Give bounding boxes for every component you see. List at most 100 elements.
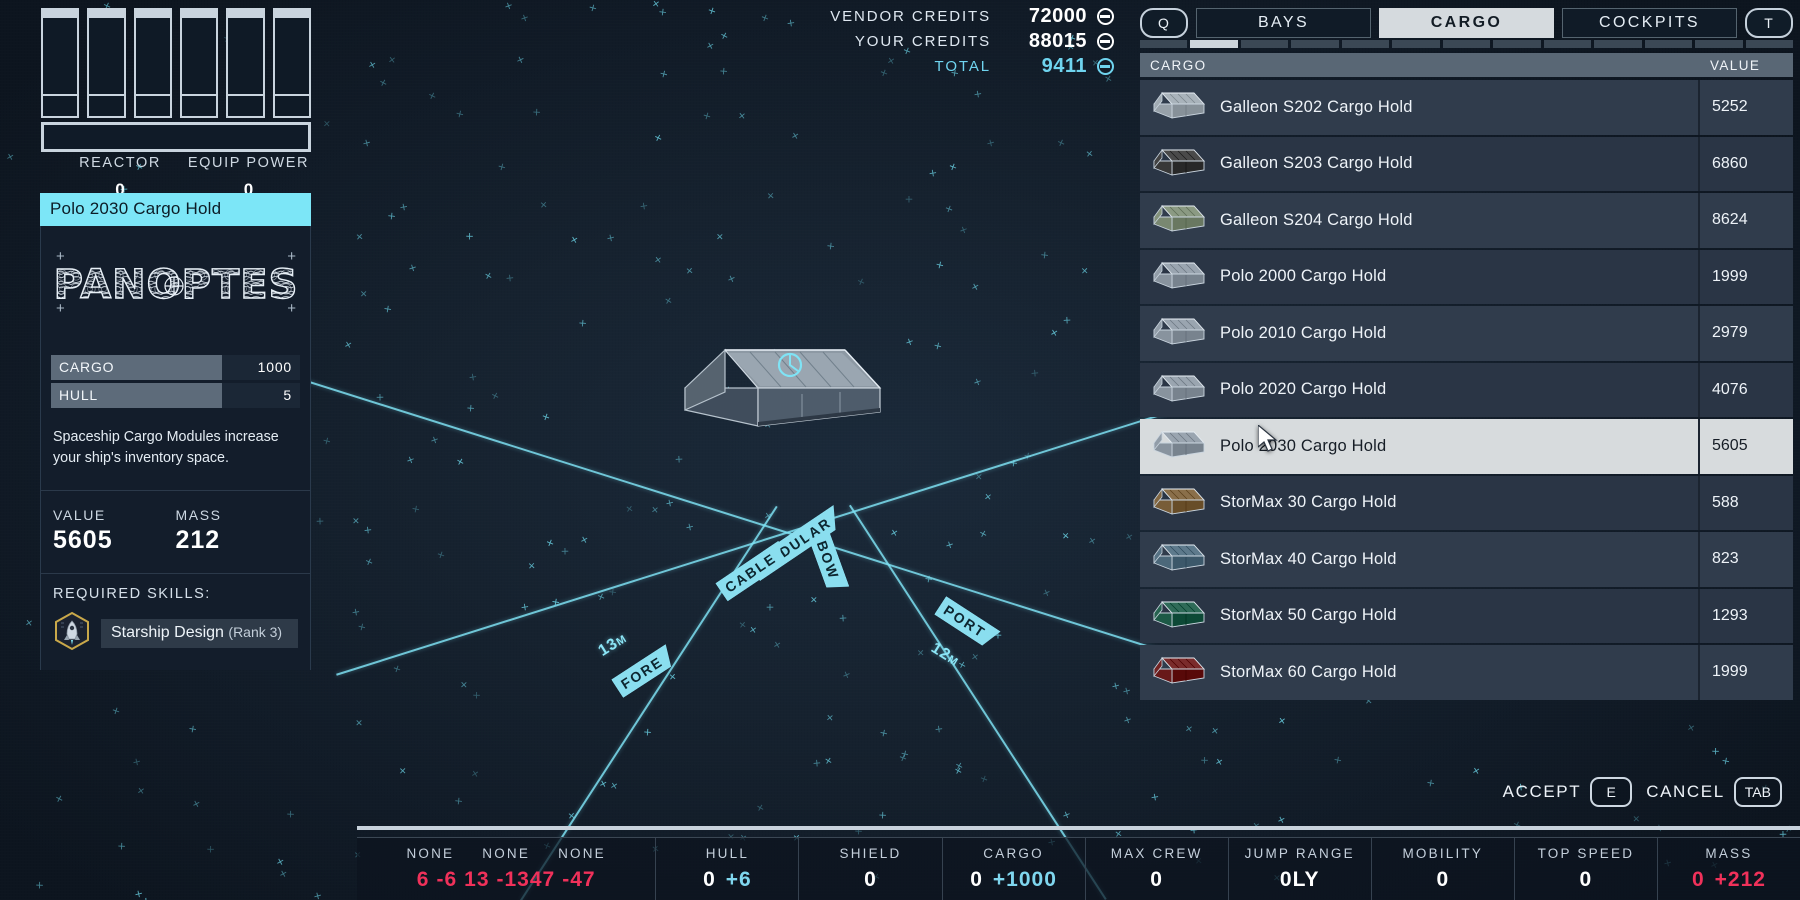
star-marker-icon: ✕	[705, 42, 715, 53]
parts-browser-panel[interactable]: Q BAYS CARGO COCKPITS T CARGO VALUE Gall…	[1133, 0, 1800, 900]
brand-logo-area: + + + + PANOPTES PANOPTES	[41, 226, 310, 341]
stat-delta-value: +1000	[993, 868, 1057, 892]
table-row[interactable]: Galleon S203 Cargo Hold6860	[1140, 137, 1793, 192]
table-row[interactable]: Polo 2030 Cargo Hold5605	[1140, 419, 1793, 474]
star-marker-icon: ✕	[484, 273, 494, 284]
stat-cell: JUMP RANGE0LY	[1229, 838, 1372, 900]
star-marker-icon: ✕	[360, 291, 368, 300]
module-thumbnail-icon	[1148, 652, 1210, 692]
star-marker-icon: ✕	[933, 341, 944, 353]
star-marker-icon: ✕	[926, 169, 937, 181]
table-row[interactable]: StorMax 40 Cargo Hold823	[1140, 532, 1793, 587]
reactor-power-bar[interactable]	[41, 8, 79, 118]
module-thumbnail-icon	[1148, 483, 1210, 523]
credit-line-vendor: VENDOR CREDITS 72000	[814, 4, 1114, 29]
star-marker-icon: ✕	[24, 620, 33, 630]
row-name-cell: Galleon S203 Cargo Hold	[1140, 137, 1698, 192]
value-block: VALUE 5605	[53, 507, 176, 555]
star-marker-icon: ✕	[878, 811, 890, 823]
star-marker-icon: ✕	[826, 715, 834, 725]
star-marker-icon: ✕	[541, 413, 552, 424]
row-name-cell: Polo 2020 Cargo Hold	[1140, 363, 1698, 418]
star-marker-icon: ✕	[974, 473, 982, 482]
table-rows[interactable]: Galleon S202 Cargo Hold5252Galleon S203 …	[1140, 80, 1793, 700]
tab-cargo[interactable]: CARGO	[1379, 8, 1554, 38]
table-row[interactable]: Polo 2020 Cargo Hold4076	[1140, 363, 1793, 418]
reactor-power-bar[interactable]	[273, 8, 311, 118]
power-bar-fill	[275, 18, 309, 94]
star-marker-icon: ✕	[1121, 686, 1132, 698]
table-row[interactable]: StorMax 50 Cargo Hold1293	[1140, 589, 1793, 644]
table-row[interactable]: StorMax 30 Cargo Hold588	[1140, 476, 1793, 531]
tab-cockpits[interactable]: COCKPITS	[1562, 8, 1737, 38]
weapon-stat-value: -1347	[497, 868, 556, 892]
tab-page-segment	[1544, 40, 1591, 48]
equip-power-bar[interactable]	[41, 122, 311, 152]
stat-cell-value: 0	[1580, 868, 1593, 892]
star-marker-icon: ✕	[286, 809, 298, 821]
star-marker-icon: ✕	[465, 232, 477, 244]
table-row[interactable]: StorMax 60 Cargo Hold1999	[1140, 645, 1793, 700]
row-module-name: Polo 2010 Cargo Hold	[1220, 324, 1386, 343]
table-row[interactable]: Galleon S204 Cargo Hold8624	[1140, 193, 1793, 248]
reactor-power-bar[interactable]	[226, 8, 264, 118]
star-marker-icon: ✕	[719, 66, 731, 78]
tab-next-key[interactable]: T	[1745, 8, 1793, 38]
action-bar[interactable]: ACCEPT E CANCEL TAB	[1133, 777, 1800, 807]
module-thumbnail-icon	[1148, 370, 1210, 410]
cancel-keycap[interactable]: TAB	[1734, 777, 1782, 807]
star-marker-icon: ✕	[958, 661, 968, 672]
star-marker-icon: ✕	[546, 539, 556, 550]
credit-value: 88015	[1001, 30, 1087, 53]
table-row[interactable]: Polo 2010 Cargo Hold2979	[1140, 306, 1793, 361]
star-marker-icon: ✕	[1085, 150, 1094, 160]
svg-text:PANOPTES: PANOPTES	[54, 262, 299, 308]
stat-value: 5	[222, 383, 300, 408]
stat-cell-value: 0LY	[1280, 868, 1320, 892]
star-marker-icon: ✕	[311, 891, 322, 900]
credit-label: TOTAL	[935, 58, 991, 75]
parts-table[interactable]: CARGO VALUE Galleon S202 Cargo Hold5252G…	[1140, 53, 1793, 700]
stat-cell: TOP SPEED0	[1515, 838, 1658, 900]
stat-cell-value: 0+212	[1692, 868, 1766, 892]
star-marker-icon: ✕	[658, 8, 669, 20]
reactor-power-bar[interactable]	[134, 8, 172, 118]
category-tabs[interactable]: Q BAYS CARGO COCKPITS T	[1133, 0, 1800, 40]
cancel-button[interactable]: CANCEL TAB	[1646, 777, 1782, 807]
star-marker-icon: ✕	[384, 305, 395, 317]
star-marker-icon: ✕	[957, 226, 968, 237]
power-bar-cap	[228, 10, 262, 18]
star-marker-icon: ✕	[702, 112, 713, 124]
accept-button[interactable]: ACCEPT E	[1503, 777, 1633, 807]
reactor-power-bar[interactable]	[180, 8, 218, 118]
reactor-power-bars[interactable]	[41, 8, 311, 118]
accept-label: ACCEPT	[1503, 782, 1582, 802]
accept-keycap[interactable]: E	[1590, 777, 1632, 807]
star-marker-icon: ✕	[367, 62, 377, 73]
tab-prev-key[interactable]: Q	[1140, 8, 1188, 38]
reactor-power-bar[interactable]	[87, 8, 125, 118]
star-marker-icon: ✕	[1121, 716, 1132, 727]
star-marker-icon: ✕	[598, 780, 608, 791]
stat-cell: SHIELD0	[799, 838, 942, 900]
required-skills-block: REQUIRED SKILLS: Starship Design (Rank 3…	[41, 573, 310, 670]
module-thumbnail-icon	[1148, 539, 1210, 579]
cargo-hold-module-preview[interactable]	[680, 340, 890, 460]
stat-cell: NONENONENONE6-613-1347-47	[357, 838, 656, 900]
star-marker-icon: ✕	[503, 274, 515, 286]
power-bar-fill	[43, 18, 77, 94]
star-marker-icon: ✕	[355, 720, 363, 729]
power-bar-foot	[43, 94, 77, 116]
power-bar-cap	[182, 10, 216, 18]
power-bar-foot	[228, 94, 262, 116]
stat-cell-value: 6-613-1347-47	[417, 868, 596, 892]
star-marker-icon: ✕	[637, 202, 648, 214]
tab-bays[interactable]: BAYS	[1196, 8, 1371, 38]
star-marker-icon: ✕	[979, 531, 989, 542]
table-row[interactable]: Galleon S202 Cargo Hold5252	[1140, 80, 1793, 135]
star-marker-icon: ✕	[532, 108, 544, 120]
table-row[interactable]: Polo 2000 Cargo Hold1999	[1140, 250, 1793, 305]
star-marker-icon: ✕	[1049, 329, 1059, 340]
module-thumbnail-icon	[1148, 426, 1210, 466]
star-marker-icon: ✕	[491, 392, 501, 403]
